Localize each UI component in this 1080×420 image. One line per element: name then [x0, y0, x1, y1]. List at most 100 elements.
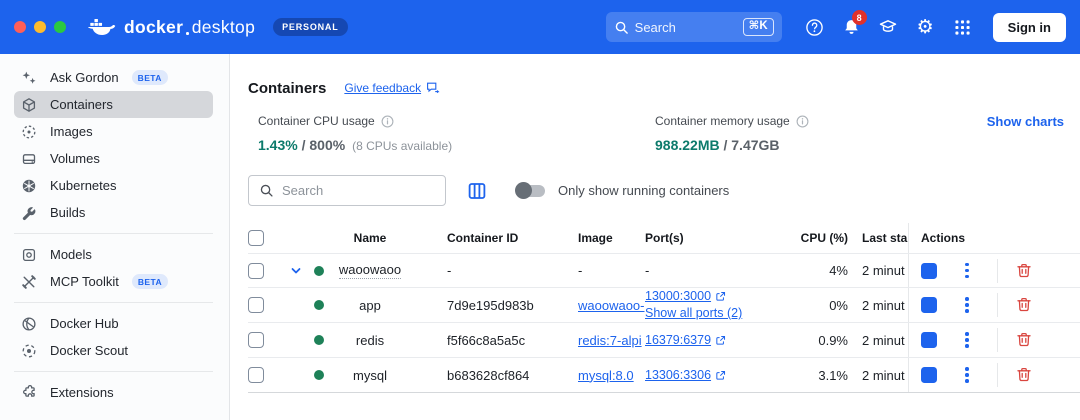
status-dot-running: [314, 265, 324, 276]
cell-actions: [908, 323, 1080, 357]
more-actions-button[interactable]: [963, 330, 971, 350]
port-link[interactable]: 13000:3000: [645, 288, 711, 305]
docker-brand: docker desktop PERSONAL: [86, 16, 348, 39]
cell-status: [308, 265, 330, 276]
sidebar-item-models[interactable]: Models: [14, 241, 213, 268]
container-name: redis: [355, 332, 385, 348]
delete-container-button[interactable]: [1015, 262, 1033, 280]
containers-table: Name Container ID Image Port(s) CPU (%) …: [248, 223, 1080, 393]
sidebar-item-extensions[interactable]: Extensions: [14, 379, 213, 406]
port-link[interactable]: 16379:6379: [645, 332, 711, 349]
gear-icon: ⚙: [916, 16, 934, 38]
give-feedback-link[interactable]: Give feedback: [344, 81, 421, 95]
row-select-checkbox[interactable]: [248, 262, 264, 279]
more-actions-button[interactable]: [963, 261, 971, 281]
learning-center-button[interactable]: [870, 9, 907, 45]
image-link[interactable]: redis:7-alpi: [578, 333, 642, 348]
search-icon: [614, 20, 629, 35]
columns-settings-button[interactable]: [467, 181, 487, 201]
select-all-checkbox[interactable]: [248, 230, 264, 246]
more-actions-button[interactable]: [963, 365, 971, 385]
help-button[interactable]: [796, 9, 833, 45]
sidebar-item-label: Containers: [50, 97, 113, 112]
main-content: Containers Give feedback Container CPU u…: [230, 54, 1080, 420]
cell-expander: [284, 264, 308, 278]
cpu-usage-label: Container CPU usage: [258, 114, 375, 128]
sidebar-item-label: MCP Toolkit: [50, 274, 119, 289]
memory-usage-value: 988.22MB: [655, 137, 720, 153]
more-actions-button[interactable]: [963, 295, 971, 315]
column-header-ports[interactable]: Port(s): [645, 231, 790, 245]
cell-select: [248, 367, 284, 383]
cpu-usage-total: / 800%: [297, 137, 346, 153]
maximize-window-button[interactable]: [54, 21, 66, 33]
column-header-name[interactable]: Name: [330, 231, 410, 245]
collapse-chevron-icon[interactable]: [289, 264, 303, 278]
cell-last-started: 2 minut: [862, 332, 905, 348]
column-header-cpu[interactable]: CPU (%): [790, 231, 850, 245]
global-search-input[interactable]: [634, 19, 737, 35]
sidebar-item-docker-scout[interactable]: Docker Scout: [14, 337, 213, 364]
model-chip-icon: [20, 246, 37, 263]
cell-ports: 13306:3306: [645, 367, 790, 384]
stop-container-button[interactable]: [921, 332, 937, 348]
show-all-ports-link[interactable]: Show all ports (2): [645, 305, 742, 322]
column-header-last-started[interactable]: Last sta: [850, 231, 908, 245]
sign-in-button[interactable]: Sign in: [992, 12, 1066, 42]
table-row-app: app 7d9e195d983b waoowaoo- 13000:3000 Show a…: [248, 288, 1080, 323]
stop-container-button[interactable]: [921, 262, 937, 279]
stop-container-button[interactable]: [921, 367, 937, 383]
volume-drive-icon: [20, 150, 37, 167]
container-search-input[interactable]: [282, 183, 435, 198]
delete-container-button[interactable]: [1015, 366, 1033, 384]
docker-desktop-window: docker desktop PERSONAL ⌘K 8 ⚙: [0, 0, 1080, 420]
column-header-image[interactable]: Image: [578, 231, 645, 245]
sidebar-item-ask-gordon[interactable]: Ask Gordon BETA: [14, 64, 213, 91]
actions-divider: [996, 363, 998, 387]
sparkles-icon: [20, 69, 37, 86]
sidebar-item-kubernetes[interactable]: Kubernetes: [14, 172, 213, 199]
row-select-checkbox[interactable]: [248, 367, 264, 383]
show-charts-link[interactable]: Show charts: [987, 114, 1064, 129]
container-search[interactable]: [248, 175, 446, 206]
cell-select: [248, 332, 284, 348]
image-link[interactable]: mysql:8.0: [578, 368, 634, 383]
external-link-icon[interactable]: [715, 370, 726, 381]
sidebar-item-containers[interactable]: Containers: [14, 91, 213, 118]
container-cube-icon: [20, 96, 37, 113]
tools-icon: [20, 273, 37, 290]
settings-button[interactable]: ⚙: [907, 9, 944, 45]
sidebar-item-images[interactable]: Images: [14, 118, 213, 145]
stop-container-button[interactable]: [921, 297, 937, 313]
apps-menu-button[interactable]: [944, 9, 981, 45]
external-link-icon[interactable]: [715, 335, 726, 346]
delete-container-button[interactable]: [1015, 296, 1033, 314]
image-link[interactable]: waoowaoo-: [578, 298, 645, 313]
external-link-icon[interactable]: [715, 291, 726, 302]
sidebar-item-volumes[interactable]: Volumes: [14, 145, 213, 172]
port-link[interactable]: 13306:3306: [645, 367, 711, 384]
delete-container-button[interactable]: [1015, 331, 1033, 349]
row-select-checkbox[interactable]: [248, 297, 264, 313]
notifications-button[interactable]: 8: [833, 9, 870, 45]
cell-actions: [908, 254, 1080, 287]
close-window-button[interactable]: [14, 21, 26, 33]
sidebar-item-docker-hub[interactable]: Docker Hub: [14, 310, 213, 337]
notification-count-badge: 8: [851, 10, 867, 25]
minimize-window-button[interactable]: [34, 21, 46, 33]
container-name[interactable]: waoowaoo: [338, 262, 402, 279]
global-search[interactable]: ⌘K: [605, 12, 782, 42]
sidebar-item-builds[interactable]: Builds: [14, 199, 213, 226]
info-icon[interactable]: [381, 115, 394, 128]
info-icon[interactable]: [796, 115, 809, 128]
cell-ports: -: [645, 263, 650, 278]
cell-status: [308, 300, 330, 310]
table-row-redis: redis f5f66c8a5a5c redis:7-alpi 16379:6379 0…: [248, 323, 1080, 358]
column-header-container-id[interactable]: Container ID: [410, 231, 578, 245]
row-select-checkbox[interactable]: [248, 332, 264, 348]
sidebar-item-mcp-toolkit[interactable]: MCP Toolkit BETA: [14, 268, 213, 295]
search-shortcut-badge: ⌘K: [742, 18, 774, 36]
running-only-toggle[interactable]: [515, 182, 545, 199]
feedback-bubble-icon: [426, 81, 440, 95]
table-row-mysql: mysql b683628cf864 mysql:8.0 13306:3306 3.1%…: [248, 358, 1080, 393]
